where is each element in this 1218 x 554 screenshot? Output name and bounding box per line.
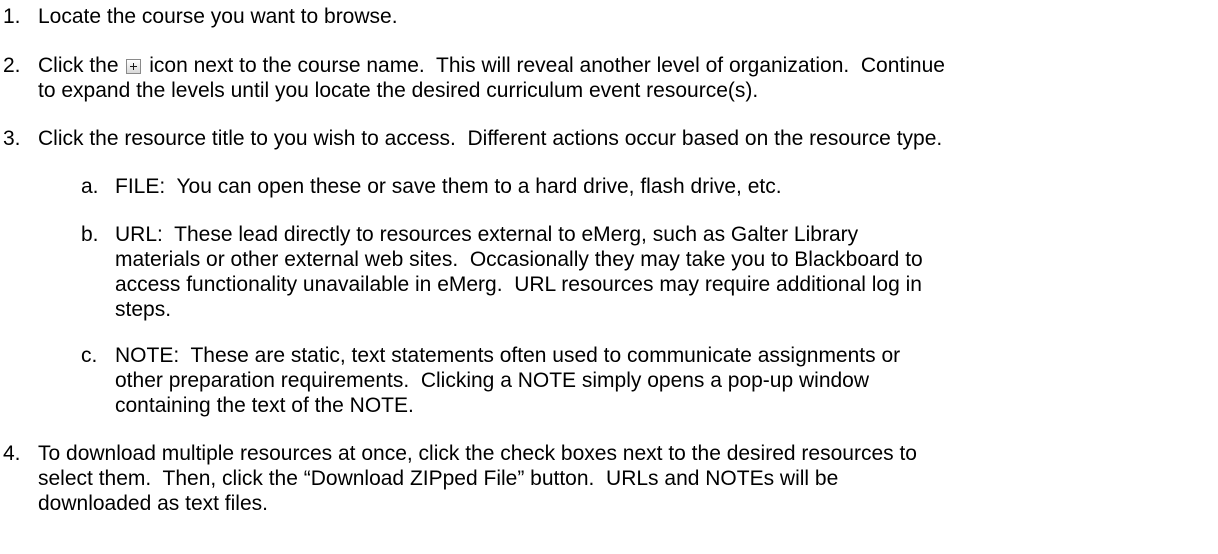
step-text-line: downloaded as text files. [38,492,268,515]
substep-line: other preparation requirements. Clicking… [115,369,870,392]
step-text: Locate the course you want to browse. [38,5,398,28]
substep-line: steps. [115,298,172,321]
substep-line: materials or other external web sites. O… [115,248,923,271]
substep-line: access functionality unavailable in eMer… [115,273,922,296]
substep-line: FILE: You can open these or save them to… [115,175,782,198]
substep-letter: c. [81,344,98,367]
expand-plus-icon [126,59,142,74]
substep-line: URL: These lead directly to resources ex… [115,223,859,246]
step-text-line: select them. Then, click the “Download Z… [38,467,839,490]
step-text: Click the resource title to you wish to … [38,127,943,150]
substep-line: containing the text of the NOTE. [115,394,414,417]
substep-letter: b. [81,223,99,246]
step-text-line: To download multiple resources at once, … [38,442,917,465]
step-number: 1. [3,5,21,28]
step-text-before-icon: Click the [38,54,119,77]
step-number: 3. [3,127,21,150]
step-text-line: to expand the levels until you locate th… [38,79,759,102]
substep-line: NOTE: These are static, text statements … [115,344,901,367]
step-text-after-icon: icon next to the course name. This will … [149,54,945,77]
step-number: 2. [3,54,21,77]
step-number: 4. [3,442,21,465]
step-text: Click the icon next to the course name. … [38,53,1213,78]
substep-letter: a. [81,175,99,198]
